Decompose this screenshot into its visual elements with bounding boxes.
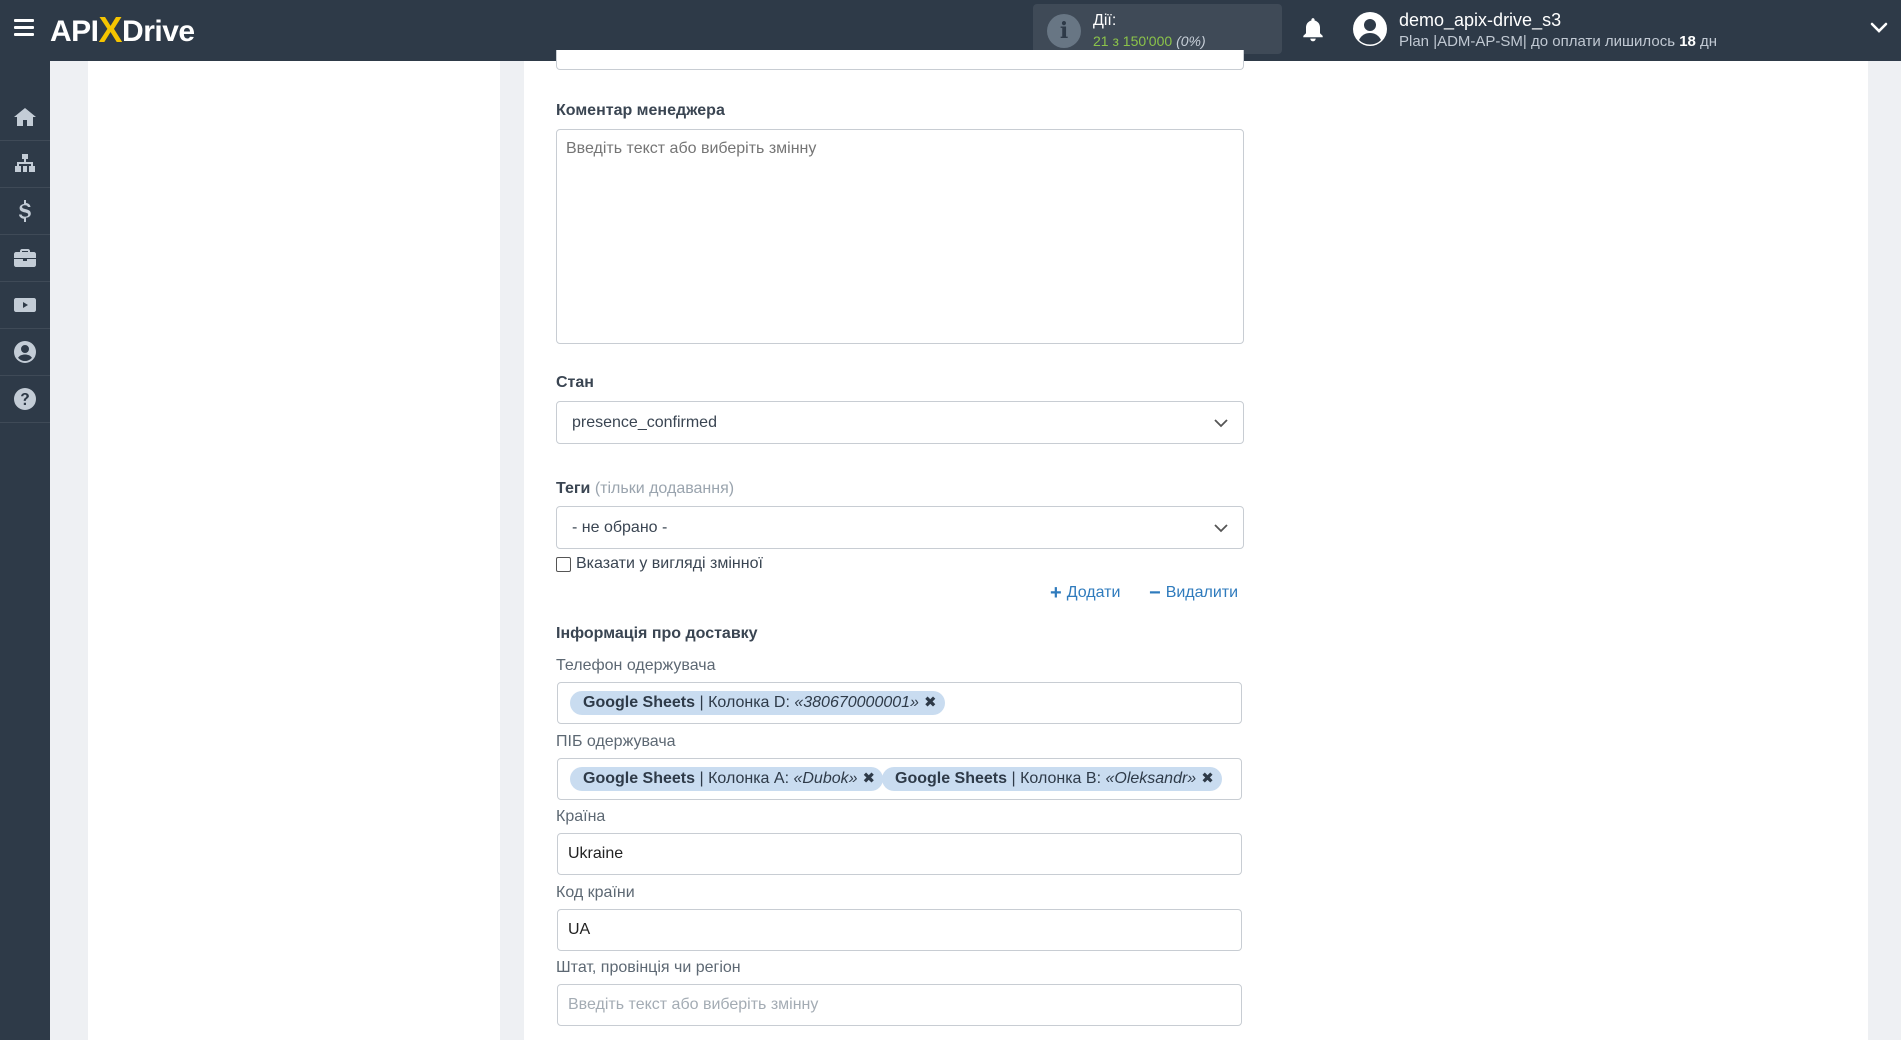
left-panel (88, 61, 500, 1040)
delivery-section-title: Інформація про доставку (556, 625, 758, 642)
dollar-icon (19, 200, 31, 222)
recipient-name-label: ПІБ одержувача (556, 733, 676, 750)
country-code-input[interactable] (557, 909, 1242, 951)
variable-chip: Google Sheets | Колонка B: «Oleksandr» ✖ (882, 767, 1222, 791)
remove-button-label: Видалити (1165, 584, 1239, 601)
avatar[interactable] (1353, 12, 1387, 46)
country-code-label: Код країни (556, 884, 635, 901)
country-label: Країна (556, 808, 606, 825)
minus-icon: − (1149, 582, 1161, 604)
info-icon: i (1047, 14, 1081, 48)
region-input[interactable] (557, 984, 1242, 1026)
remove-button[interactable]: − Видалити (1149, 582, 1239, 604)
chip-source: Google Sheets (583, 770, 696, 787)
region-label: Штат, провінція чи регіон (556, 959, 741, 976)
tags-label: Теги (тільки додавання) (556, 480, 734, 498)
recipient-phone-field[interactable]: Google Sheets | Колонка D: «380670000001… (557, 682, 1242, 724)
sidebar (0, 61, 50, 1040)
plan-days: 18 (1679, 33, 1696, 50)
actions-counter[interactable]: i Дії: 21 з 150'000 (0%) (1033, 4, 1282, 54)
tags-label-text: Теги (556, 480, 591, 497)
user-name[interactable]: demo_apix-drive_s3 (1399, 10, 1561, 31)
chip-value: «380670000001» (794, 694, 919, 711)
as-variable-label: Вказати у вигляді змінної (576, 555, 763, 572)
plan-days-suffix: дн (1700, 33, 1718, 50)
logo-text-drive: Drive (122, 15, 195, 48)
variable-chip: Google Sheets | Колонка A: «Dubok» ✖ (570, 767, 884, 791)
logo-text-x: X (98, 9, 123, 50)
chevron-down-icon (1214, 524, 1228, 533)
chip-source: Google Sheets (583, 694, 696, 711)
recipient-phone-label: Телефон одержувача (556, 657, 716, 674)
manager-comment-input[interactable] (556, 129, 1244, 344)
actions-value: 21 з 150'000 (0%) (1093, 33, 1206, 49)
chip-value: «Oleksandr» (1105, 770, 1197, 787)
add-button[interactable]: + Додати (1050, 582, 1121, 604)
logo-text-api: API (50, 15, 99, 48)
actions-limit: з 150'000 (1112, 33, 1173, 49)
variable-chip: Google Sheets | Колонка D: «380670000001… (570, 691, 945, 715)
chip-source: Google Sheets (895, 770, 1008, 787)
chip-column: | Колонка D: (699, 694, 790, 711)
chip-column: | Колонка A: (699, 770, 790, 787)
tags-sublabel: (тільки додавання) (594, 480, 735, 497)
tags-select-value: - не обрано - (572, 519, 668, 536)
chip-column: | Колонка B: (1011, 770, 1102, 787)
sidebar-item-profile[interactable] (0, 329, 50, 376)
user-plan: Plan |ADM-AP-SM| до оплати лишилось 18 д… (1399, 33, 1717, 50)
menu-icon[interactable] (14, 19, 34, 36)
actions-count: 21 (1093, 33, 1109, 49)
country-input[interactable] (557, 833, 1242, 875)
recipient-name-field[interactable]: Google Sheets | Колонка A: «Dubok» ✖ Goo… (557, 758, 1242, 800)
sidebar-item-tools[interactable] (0, 235, 50, 282)
remove-chip-icon[interactable]: ✖ (863, 767, 876, 791)
previous-field-stub[interactable] (556, 50, 1244, 70)
home-icon (14, 108, 36, 126)
status-label: Стан (556, 374, 594, 391)
bell-icon[interactable] (1300, 16, 1326, 44)
plan-text: Plan |ADM-AP-SM| до оплати лишилось (1399, 33, 1676, 50)
youtube-icon (14, 298, 36, 312)
chevron-down-icon (1214, 419, 1228, 428)
remove-chip-icon[interactable]: ✖ (1201, 767, 1214, 791)
add-button-label: Додати (1066, 584, 1121, 601)
status-select[interactable]: presence_confirmed (556, 401, 1244, 444)
sidebar-item-home[interactable] (0, 94, 50, 141)
sitemap-icon (15, 154, 35, 172)
chevron-down-icon[interactable] (1870, 22, 1888, 34)
user-circle-icon (14, 341, 36, 363)
sidebar-item-connections[interactable] (0, 141, 50, 188)
actions-label: Дії: (1093, 12, 1117, 29)
logo[interactable]: APIXDrive (50, 9, 195, 50)
tags-select[interactable]: - не обрано - (556, 506, 1244, 549)
question-circle-icon (14, 388, 36, 410)
as-variable-checkbox-row[interactable]: Вказати у вигляді змінної (556, 554, 763, 574)
remove-chip-icon[interactable]: ✖ (924, 691, 937, 715)
manager-comment-label: Коментар менеджера (556, 102, 725, 119)
plus-icon: + (1050, 582, 1062, 604)
sidebar-item-billing[interactable] (0, 188, 50, 235)
actions-percent: (0%) (1176, 33, 1206, 49)
sidebar-item-help[interactable] (0, 376, 50, 423)
chip-value: «Dubok» (793, 770, 858, 787)
status-select-value: presence_confirmed (572, 414, 717, 431)
sidebar-item-video[interactable] (0, 282, 50, 329)
as-variable-checkbox[interactable] (556, 556, 571, 572)
briefcase-icon (14, 249, 36, 267)
